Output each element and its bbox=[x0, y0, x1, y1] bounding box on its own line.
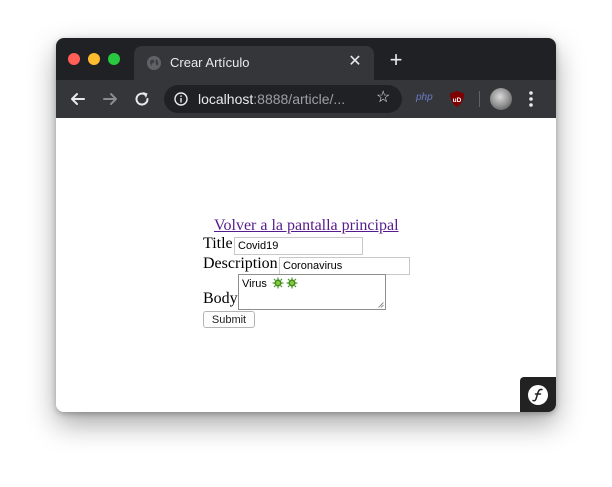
tab-title: Crear Artículo bbox=[170, 55, 250, 70]
title-label: Title bbox=[203, 235, 233, 252]
profile-avatar[interactable] bbox=[490, 88, 512, 110]
address-bar[interactable]: localhost:8888/article/... ☆ bbox=[164, 85, 402, 113]
php-extension-icon[interactable]: php bbox=[416, 92, 433, 103]
submit-button[interactable]: Submit bbox=[203, 311, 255, 328]
url-path: :8888/article/... bbox=[253, 91, 346, 107]
info-icon[interactable] bbox=[174, 92, 188, 106]
kebab-menu-icon[interactable] bbox=[528, 90, 534, 108]
virus-icon bbox=[272, 277, 284, 289]
description-input[interactable] bbox=[279, 257, 410, 275]
url-host: localhost bbox=[198, 91, 254, 107]
toolbar-divider bbox=[479, 91, 480, 107]
url-text: localhost:8888/article/... bbox=[198, 91, 345, 107]
ublock-extension-icon[interactable]: uD bbox=[449, 90, 465, 108]
virus-icon bbox=[286, 277, 298, 289]
reload-icon[interactable] bbox=[132, 89, 152, 109]
body-label: Body bbox=[203, 290, 238, 307]
plus-icon[interactable]: + bbox=[386, 49, 406, 71]
title-input[interactable] bbox=[234, 237, 363, 255]
page-viewport: Volver a la pantalla principal Title Des… bbox=[56, 118, 556, 412]
close-window-button[interactable] bbox=[68, 53, 80, 65]
star-icon[interactable]: ☆ bbox=[376, 90, 392, 106]
body-text: Virus bbox=[242, 278, 267, 290]
browser-window: Crear Artículo ✕ + localhost:8888/articl… bbox=[56, 38, 556, 412]
symfony-logo-icon bbox=[528, 385, 548, 405]
symfony-debug-toolbar[interactable] bbox=[520, 377, 556, 412]
arrow-left-icon[interactable] bbox=[68, 89, 88, 109]
body-textarea[interactable]: Virus bbox=[238, 274, 386, 310]
globe-icon bbox=[147, 56, 161, 70]
back-to-home-link[interactable]: Volver a la pantalla principal bbox=[214, 217, 399, 235]
browser-toolbar: localhost:8888/article/... ☆ php uD bbox=[56, 80, 556, 118]
ublock-label: uD bbox=[453, 97, 462, 104]
description-label: Description bbox=[203, 255, 278, 272]
title-bar: Crear Artículo ✕ + bbox=[56, 38, 556, 80]
resize-handle[interactable] bbox=[378, 302, 384, 308]
close-icon[interactable]: ✕ bbox=[346, 53, 364, 71]
arrow-right-icon[interactable] bbox=[100, 89, 120, 109]
maximize-window-button[interactable] bbox=[108, 53, 120, 65]
tab-crear-articulo[interactable]: Crear Artículo ✕ bbox=[134, 46, 374, 80]
minimize-window-button[interactable] bbox=[88, 53, 100, 65]
